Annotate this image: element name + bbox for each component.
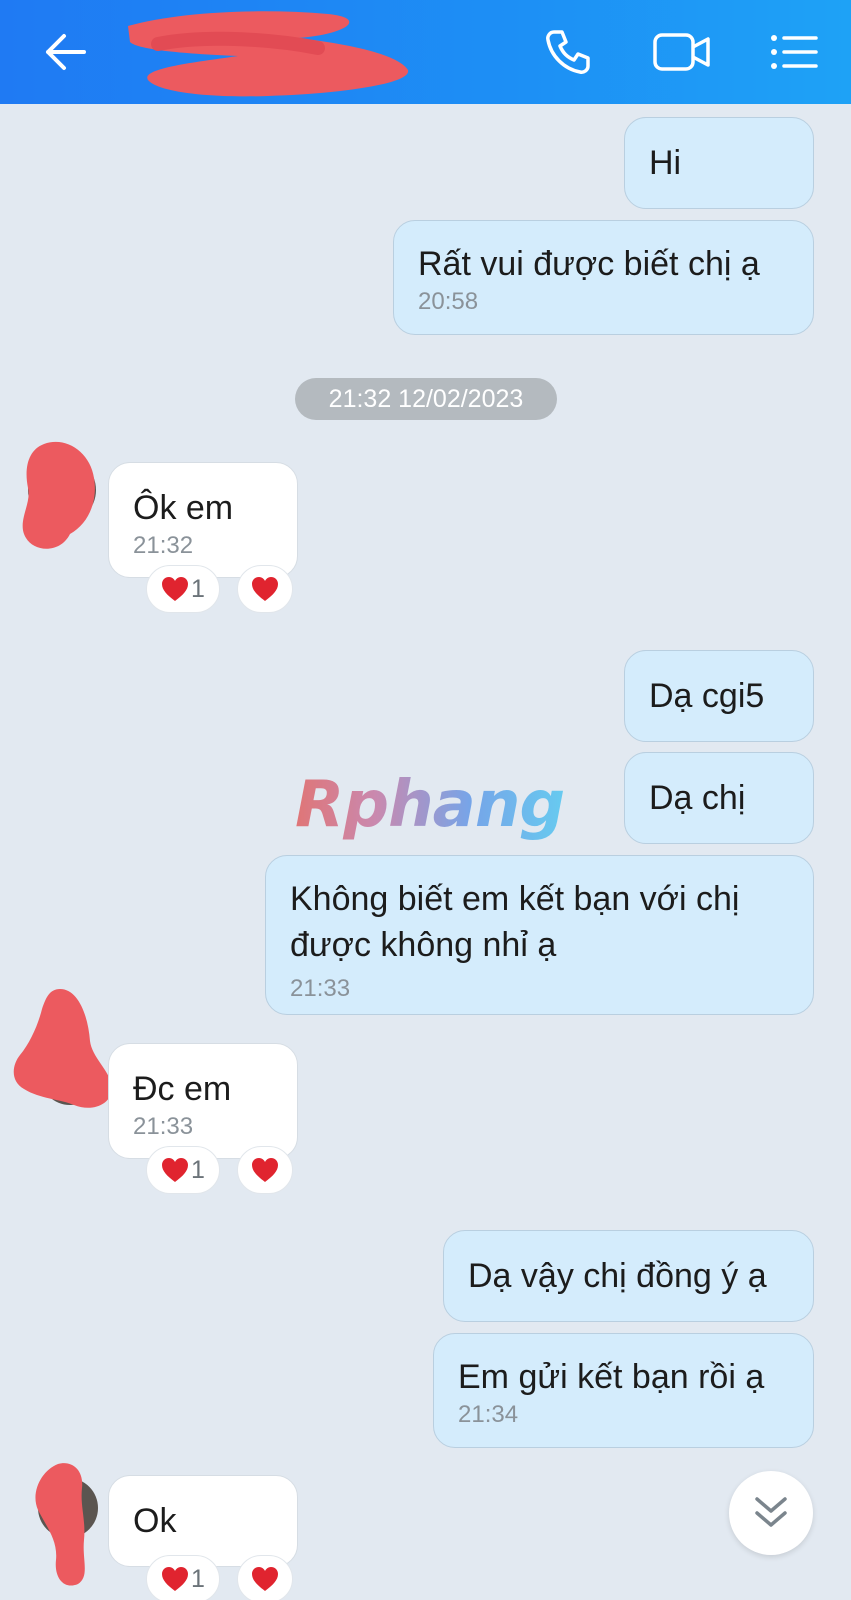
heart-icon — [252, 1158, 278, 1182]
message-text: Dạ cgi5 — [649, 677, 765, 715]
reaction-summary[interactable]: 1 — [146, 1146, 220, 1194]
back-button[interactable] — [30, 22, 100, 82]
message-text: Ok — [133, 1502, 177, 1540]
incoming-message[interactable]: Ok — [108, 1475, 298, 1567]
reaction-summary[interactable]: 1 — [146, 1555, 220, 1600]
message-time: 21:33 — [290, 975, 351, 1002]
reaction-summary[interactable]: 1 — [146, 565, 220, 613]
message-text: Em gửi kết bạn rồi ạ — [458, 1358, 765, 1396]
incoming-message[interactable]: Đc em 21:33 — [108, 1043, 298, 1159]
message-text: Dạ chị — [649, 779, 746, 817]
heart-icon — [162, 577, 189, 601]
message-text: Hi — [649, 144, 682, 182]
message-time: 21:32 — [133, 532, 194, 559]
outgoing-message[interactable]: Rất vui được biết chị ạ 20:58 — [393, 220, 814, 335]
phone-icon — [546, 30, 590, 74]
add-reaction-button[interactable] — [237, 1146, 293, 1194]
reaction-count: 1 — [191, 1155, 205, 1184]
add-reaction-button[interactable] — [237, 1555, 293, 1600]
heart-icon — [252, 1567, 278, 1591]
redacted-avatar — [13, 989, 112, 1108]
scroll-to-bottom-button[interactable] — [729, 1471, 813, 1555]
outgoing-message[interactable]: Dạ cgi5 — [624, 650, 814, 742]
message-text: Rất vui được biết chị ạ — [418, 245, 760, 283]
heart-icon — [162, 1158, 189, 1182]
watermark-logo: Rphang — [295, 768, 565, 842]
redacted-avatar — [35, 1463, 98, 1586]
message-time: 21:33 — [133, 1113, 194, 1140]
add-reaction-button[interactable] — [237, 565, 293, 613]
message-text: Dạ vậy chị đồng ý ạ — [468, 1257, 767, 1295]
heart-icon — [162, 1567, 189, 1591]
message-time: 21:34 — [458, 1401, 519, 1428]
reaction-count: 1 — [191, 1564, 205, 1593]
double-chevron-down-icon — [755, 1497, 787, 1527]
date-separator: 21:32 12/02/2023 — [295, 378, 557, 420]
redacted-avatar — [22, 441, 96, 549]
message-text: Đc em — [133, 1070, 232, 1108]
message-time: 20:58 — [418, 288, 479, 315]
message-text-line-2: được không nhỉ ạ — [290, 926, 557, 964]
heart-icon — [252, 577, 278, 601]
call-button[interactable] — [536, 22, 600, 82]
outgoing-message[interactable]: Em gửi kết bạn rồi ạ 21:34 — [433, 1333, 814, 1448]
options-menu-button[interactable] — [762, 22, 826, 82]
video-call-button[interactable] — [646, 22, 718, 82]
redacted-contact-name — [128, 11, 409, 97]
outgoing-message[interactable]: Hi — [624, 117, 814, 209]
outgoing-message[interactable]: Dạ vậy chị đồng ý ạ — [443, 1230, 814, 1322]
reaction-count: 1 — [191, 574, 205, 603]
message-text: Ôk em — [133, 489, 234, 527]
outgoing-message[interactable]: Dạ chị — [624, 752, 814, 844]
arrow-left-icon — [46, 34, 86, 70]
message-text-line-1: Không biết em kết bạn với chị — [290, 880, 740, 918]
video-camera-icon — [653, 33, 710, 71]
outgoing-message[interactable]: Không biết em kết bạn với chị được không… — [265, 855, 814, 1015]
list-menu-icon — [771, 35, 818, 69]
incoming-message[interactable]: Ôk em 21:32 — [108, 462, 298, 578]
chat-header — [0, 0, 851, 104]
